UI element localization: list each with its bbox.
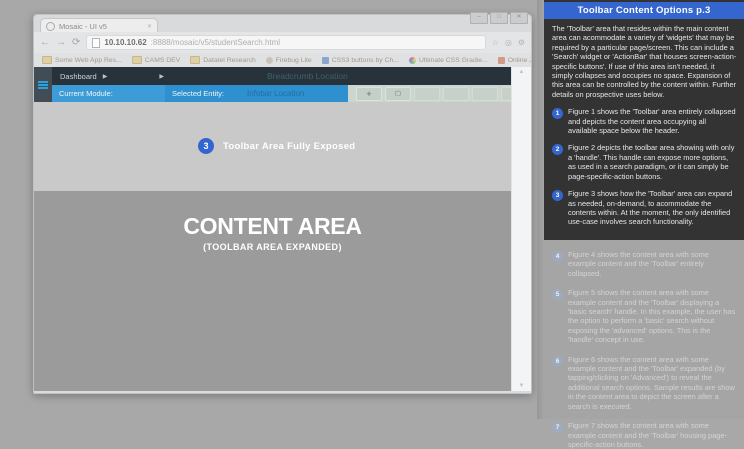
- figure-number-badge: 3: [552, 190, 563, 201]
- page-viewport: Dashboard ▶ ▶ Breadcrumb Location Curren…: [34, 67, 531, 391]
- infobar: Current Module: Selected Entity: Infobar…: [52, 85, 511, 102]
- tab-title: Mosaic - UI v5: [59, 22, 107, 31]
- bookmark-label: Ultimate CSS Gradie...: [419, 57, 488, 64]
- firebug-favicon-icon: [266, 57, 273, 64]
- page-menu-icon[interactable]: ◎: [505, 38, 512, 47]
- maximize-button[interactable]: □: [490, 12, 508, 24]
- main-menu-button[interactable]: [34, 67, 52, 102]
- bookmark-item[interactable]: CSS3 buttons by Ch...: [322, 57, 399, 64]
- bookmark-item[interactable]: Firebug Lite: [266, 57, 312, 64]
- figure-note-5: 5 Figure 5 shows the content area with s…: [544, 288, 744, 344]
- notes-panel-active: Toolbar Content Options p.3 The 'Toolbar…: [544, 0, 744, 240]
- bookmark-label: CAMS DEV: [145, 57, 181, 64]
- selected-entity-segment: Selected Entity: Infobar Location: [165, 85, 348, 102]
- bookmark-item[interactable]: CAMS DEV: [132, 56, 181, 64]
- back-icon[interactable]: ←: [40, 38, 50, 48]
- figure-note-3: 3 Figure 3 shows how the 'Toolbar' area …: [544, 189, 744, 227]
- action-bar: + ▢: [348, 85, 527, 102]
- figure-note-text: Figure 2 depicts the toolbar area showin…: [568, 143, 737, 181]
- sidebar-title: Toolbar Content Options p.3: [544, 2, 744, 19]
- content-area: CONTENT AREA (TOOLBAR AREA EXPANDED): [34, 191, 511, 391]
- bookmark-item[interactable]: Some Web App Res...: [42, 56, 122, 64]
- figure-number-badge: 1: [552, 108, 563, 119]
- figure-note-7: 7 Figure 7 shows the content area with s…: [544, 421, 744, 449]
- browser-window: – □ ✕ Mosaic - UI v5 ✕ ← → ⟳ 10.10.10.62…: [33, 14, 532, 394]
- bookmark-label: Some Web App Res...: [55, 57, 122, 64]
- figure-note-text: Figure 3 shows how the 'Toolbar' area ca…: [568, 189, 737, 227]
- url-path: :8888/mosaic/v5/studentSearch.html: [151, 38, 280, 47]
- reload-icon[interactable]: ⟳: [72, 38, 80, 48]
- scroll-down-icon[interactable]: ▼: [512, 383, 531, 389]
- browser-navbar: ← → ⟳ 10.10.10.62 :8888/mosaic/v5/student…: [34, 32, 531, 54]
- address-bar[interactable]: 10.10.10.62 :8888/mosaic/v5/studentSearch…: [86, 35, 485, 50]
- menu-item-dashboard[interactable]: Dashboard: [52, 72, 97, 81]
- figure-number-badge: 2: [552, 144, 563, 155]
- scroll-up-icon[interactable]: ▲: [512, 69, 531, 75]
- bookmark-label: Online JavaScript be...: [508, 57, 531, 64]
- notes-panel-faded: 4 Figure 4 shows the content area with s…: [544, 240, 744, 449]
- figure-note-1: 1 Figure 1 shows the 'Toolbar' area enti…: [544, 107, 744, 135]
- current-module-segment: Current Module:: [52, 85, 165, 102]
- figure-3-badge: 3: [198, 138, 214, 154]
- annotation-label: Toolbar Area Fully Exposed: [223, 141, 355, 152]
- current-module-label: Current Module:: [59, 89, 113, 98]
- figure-note-text: Figure 4 shows the content area with som…: [568, 250, 737, 278]
- tab-favicon-icon: [46, 22, 55, 31]
- tab-close-icon[interactable]: ✕: [147, 23, 152, 30]
- address-bar-icons: ☆ ◎ ⚙: [492, 38, 525, 47]
- action-button-placeholder[interactable]: [414, 87, 440, 101]
- add-button[interactable]: +: [356, 87, 382, 101]
- chevron-right-icon[interactable]: ▶: [159, 73, 164, 80]
- window-controls: – □ ✕: [470, 12, 528, 24]
- figure-note-4: 4 Figure 4 shows the content area with s…: [544, 250, 744, 278]
- minimize-button[interactable]: –: [470, 12, 488, 24]
- notes-sidebar: Toolbar Content Options p.3 The 'Toolbar…: [537, 0, 744, 419]
- figure-note-text: Figure 1 shows the 'Toolbar' area entire…: [568, 107, 737, 135]
- figure-number-badge: 5: [552, 289, 563, 300]
- figure-number-badge: 4: [552, 251, 563, 262]
- infobar-placeholder: Infobar Location: [247, 89, 304, 98]
- chevron-right-icon[interactable]: ▶: [103, 73, 108, 80]
- bookmark-star-icon[interactable]: ☆: [492, 38, 499, 47]
- figure-number-badge: 7: [552, 422, 563, 433]
- figure-note-text: Figure 5 shows the content area with som…: [568, 288, 737, 344]
- bookmark-item[interactable]: Online JavaScript be...: [498, 57, 531, 64]
- figure-note-text: Figure 6 shows the content area with som…: [568, 355, 737, 411]
- breadcrumb-placeholder: Breadcrumb Location: [267, 71, 348, 81]
- folder-icon: [190, 56, 200, 64]
- bookmark-item[interactable]: Ultimate CSS Gradie...: [409, 57, 488, 64]
- bookmarks-bar: Some Web App Res... CAMS DEV Datatel Res…: [34, 53, 531, 67]
- url-host: 10.10.10.62: [104, 38, 146, 47]
- figure-note-2: 2 Figure 2 depicts the toolbar area show…: [544, 143, 744, 181]
- square-button[interactable]: ▢: [385, 87, 411, 101]
- folder-icon: [132, 56, 142, 64]
- figure-number-badge: 6: [552, 356, 563, 367]
- content-area-subtitle: (TOOLBAR AREA EXPANDED): [34, 242, 511, 252]
- sidebar-intro: The 'Toolbar' area that resides within t…: [544, 19, 744, 99]
- bookmark-label: Datatel Research: [203, 57, 256, 64]
- jsbin-favicon-icon: [498, 57, 505, 64]
- bookmark-label: CSS3 buttons by Ch...: [332, 57, 399, 64]
- folder-icon: [42, 56, 52, 64]
- breadcrumb-bar: Dashboard ▶ ▶ Breadcrumb Location: [52, 67, 511, 85]
- figure-note-text: Figure 7 shows the content area with som…: [568, 421, 737, 449]
- action-button-placeholder[interactable]: [443, 87, 469, 101]
- content-area-title: CONTENT AREA: [34, 213, 511, 240]
- bookmark-label: Firebug Lite: [276, 57, 312, 64]
- hamburger-menu-icon: [38, 81, 48, 89]
- tools-wrench-icon[interactable]: ⚙: [518, 38, 525, 47]
- bookmark-item[interactable]: Datatel Research: [190, 56, 256, 64]
- toolbar-annotation: 3 Toolbar Area Fully Exposed: [198, 138, 355, 154]
- figure-note-6: 6 Figure 6 shows the content area with s…: [544, 355, 744, 411]
- forward-icon[interactable]: →: [56, 38, 66, 48]
- gradient-favicon-icon: [409, 57, 416, 64]
- selected-entity-label: Selected Entity:: [172, 89, 224, 98]
- css3-favicon-icon: [322, 57, 329, 64]
- page-icon: [92, 38, 100, 48]
- close-button[interactable]: ✕: [510, 12, 528, 24]
- browser-tab[interactable]: Mosaic - UI v5 ✕: [40, 18, 158, 33]
- action-button-placeholder[interactable]: [472, 87, 498, 101]
- page-scrollbar[interactable]: ▲ ▼: [511, 67, 531, 391]
- sidebar-edge: [537, 0, 544, 419]
